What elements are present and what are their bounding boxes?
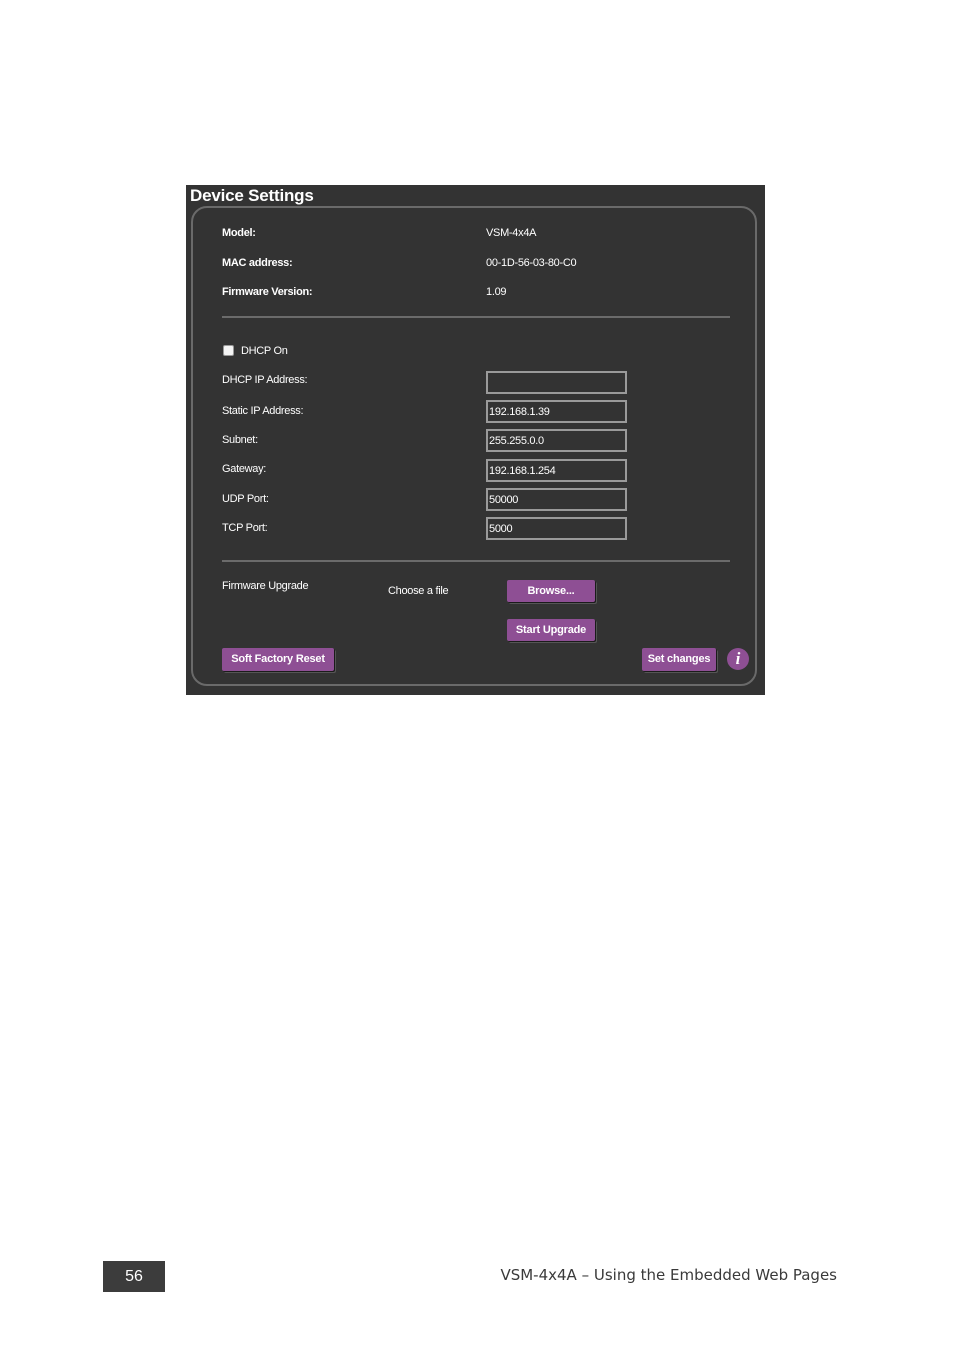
- model-label: Model:: [222, 227, 256, 239]
- gateway-label: Gateway:: [222, 463, 267, 475]
- choose-file-label: Choose a file: [388, 585, 449, 597]
- static-ip-label: Static IP Address:: [222, 405, 304, 417]
- set-changes-button[interactable]: Set changes: [642, 648, 716, 671]
- panel-frame: [191, 206, 757, 686]
- mac-address-value: 00-1D-56-03-80-C0: [486, 257, 577, 269]
- model-value: VSM-4x4A: [486, 227, 537, 239]
- footer-title: VSM-4x4A – Using the Embedded Web Pages: [500, 1266, 837, 1284]
- dhcp-checkbox[interactable]: [223, 345, 234, 356]
- dhcp-ip-field[interactable]: [486, 371, 627, 394]
- browse-button[interactable]: Browse...: [507, 580, 595, 602]
- mac-address-label: MAC address:: [222, 257, 293, 269]
- udp-port-label: UDP Port:: [222, 493, 269, 505]
- tcp-port-field[interactable]: 5000: [486, 517, 627, 540]
- udp-port-field[interactable]: 50000: [486, 488, 627, 511]
- info-icon[interactable]: i: [727, 648, 749, 670]
- page-number: 56: [103, 1261, 165, 1292]
- firmware-upgrade-label: Firmware Upgrade: [222, 580, 309, 592]
- gateway-field[interactable]: 192.168.1.254: [486, 459, 627, 482]
- dhcp-ip-label: DHCP IP Address:: [222, 374, 308, 386]
- device-settings-screenshot: Device Settings Model: VSM-4x4A MAC addr…: [186, 185, 765, 695]
- static-ip-field[interactable]: 192.168.1.39: [486, 400, 627, 423]
- panel-title: Device Settings: [190, 186, 314, 205]
- firmware-version-value: 1.09: [486, 286, 507, 298]
- subnet-label: Subnet:: [222, 434, 258, 446]
- section-divider: [222, 560, 730, 562]
- soft-factory-reset-button[interactable]: Soft Factory Reset: [222, 648, 334, 671]
- subnet-field[interactable]: 255.255.0.0: [486, 429, 627, 452]
- start-upgrade-button[interactable]: Start Upgrade: [507, 619, 595, 641]
- tcp-port-label: TCP Port:: [222, 522, 268, 534]
- firmware-version-label: Firmware Version:: [222, 286, 313, 298]
- section-divider: [222, 316, 730, 318]
- dhcp-label: DHCP On: [241, 345, 288, 357]
